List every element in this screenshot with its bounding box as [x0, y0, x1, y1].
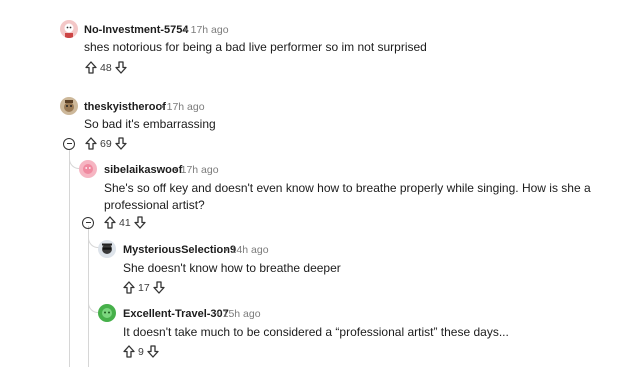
upvote-arrow-icon[interactable] [123, 345, 135, 358]
vote-bar: 17 [123, 281, 165, 294]
downvote-arrow-icon[interactable] [147, 345, 159, 358]
comment-meta: • 17h ago [174, 164, 219, 176]
upvote-arrow-icon[interactable] [85, 61, 97, 74]
downvote-arrow-icon[interactable] [115, 61, 127, 74]
vote-bar: 69 [85, 137, 127, 150]
comment-body: It doesn't take much to be considered a … [123, 325, 509, 339]
separator-dot: • [224, 244, 228, 256]
upvote-arrow-icon[interactable] [123, 281, 135, 294]
vote-bar: 41 [104, 216, 146, 229]
avatar[interactable] [98, 304, 116, 322]
vote-score: 69 [100, 137, 112, 150]
separator-dot: • [160, 101, 164, 113]
downvote-arrow-icon[interactable] [153, 281, 165, 294]
separator-dot: • [174, 164, 178, 176]
comment-body: She doesn't know how to breathe deeper [123, 261, 341, 275]
comment-time[interactable]: 17h ago [181, 164, 219, 176]
comment-time[interactable]: 17h ago [167, 101, 205, 113]
avatar[interactable] [79, 160, 97, 178]
downvote-arrow-icon[interactable] [134, 216, 146, 229]
vote-score: 41 [119, 216, 131, 229]
vote-score: 17 [138, 281, 150, 294]
avatar[interactable] [60, 97, 78, 115]
vote-bar: 48 [85, 61, 127, 74]
collapse-minus-icon[interactable] [63, 138, 75, 150]
comment-meta: • 15h ago [216, 308, 261, 320]
upvote-arrow-icon[interactable] [85, 137, 97, 150]
comment-time[interactable]: 15h ago [223, 308, 261, 320]
vote-bar: 9 [123, 345, 159, 358]
vote-score: 9 [138, 345, 144, 358]
downvote-arrow-icon[interactable] [115, 137, 127, 150]
separator-dot: • [184, 24, 188, 36]
comment-author[interactable]: No-Investment-5754 [84, 24, 189, 36]
comment-author[interactable]: sibelaikaswoof [104, 164, 182, 176]
comment-author[interactable]: theskyistheroof [84, 101, 166, 113]
comment-meta: • 17h ago [184, 24, 229, 36]
comment-meta: • 17h ago [160, 101, 205, 113]
thread-line [69, 150, 70, 367]
comment-body: shes notorious for being a bad live perf… [84, 40, 427, 54]
comment-author[interactable]: Excellent-Travel-307 [123, 308, 229, 320]
avatar[interactable] [98, 240, 116, 258]
comment-body: So bad it's embarrassing [84, 117, 216, 131]
comment-time[interactable]: 14h ago [231, 244, 269, 256]
thread-branch [88, 248, 102, 313]
vote-score: 48 [100, 61, 112, 74]
avatar[interactable] [60, 20, 78, 38]
comment-meta: • 14h ago [224, 244, 269, 256]
comment-time[interactable]: 17h ago [191, 24, 229, 36]
separator-dot: • [216, 308, 220, 320]
collapse-minus-icon[interactable] [82, 217, 94, 229]
comment-body: She's so off key and doesn't even know h… [104, 181, 591, 212]
upvote-arrow-icon[interactable] [104, 216, 116, 229]
comment-author[interactable]: MysteriousSelection9 [123, 244, 236, 256]
